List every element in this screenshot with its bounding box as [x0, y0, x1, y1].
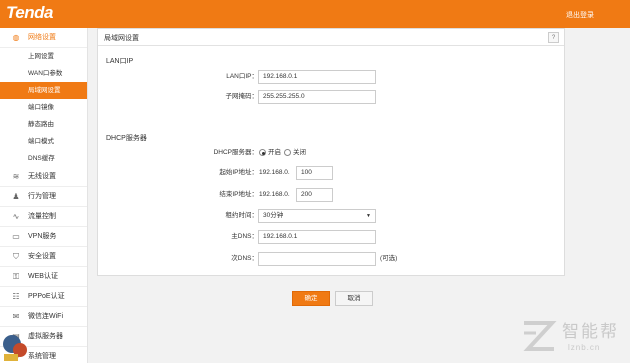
- sidebar-subitem-lan[interactable]: 局域网设置: [0, 82, 87, 99]
- sidebar-subitem-dns-cache[interactable]: DNS缓存: [0, 150, 87, 167]
- watermark: 智能帮 lznb.cn: [512, 313, 630, 363]
- sidebar-item-security[interactable]: ⛉ 安全设置: [0, 247, 87, 267]
- sidebar-subitem-port-mode[interactable]: 端口模式: [0, 133, 87, 150]
- sidebar-item-label: 虚拟服务器: [28, 333, 63, 340]
- end-ip-prefix: 192.168.0.: [259, 191, 290, 198]
- page-title: 局域网设置: [104, 35, 139, 42]
- subnet-mask-label: 子网掩码：: [225, 93, 259, 100]
- traffic-icon: ∿: [12, 212, 20, 221]
- lan-ip-field[interactable]: 192.168.0.1: [258, 70, 376, 84]
- lan-settings-panel: 局域网设置 ? LAN口IP LAN口IP： 192.168.0.1 子网掩码：…: [97, 28, 565, 276]
- lease-time-select[interactable]: 30分钟 ▼: [258, 209, 376, 223]
- dhcp-section-title: DHCP服务器: [106, 135, 147, 142]
- panel-header: 局域网设置 ?: [98, 29, 564, 46]
- help-button[interactable]: ?: [548, 32, 559, 43]
- wechat-icon: ✉: [12, 312, 20, 321]
- vpn-icon: ▭: [12, 232, 20, 241]
- watermark-text: 智能帮: [562, 322, 619, 342]
- sidebar-item-label: PPPoE认证: [28, 293, 65, 300]
- sidebar-item-label: WEB认证: [28, 273, 58, 280]
- sidebar-item-web-auth[interactable]: ⚿ WEB认证: [0, 267, 87, 287]
- shield-icon: ⛉: [13, 252, 19, 261]
- lease-time-value: 30分钟: [263, 212, 284, 219]
- secondary-dns-row: 次DNS： (可选): [98, 252, 418, 266]
- lease-time-row: 租约时间： 30分钟 ▼: [98, 209, 398, 223]
- start-ip-prefix: 192.168.0.: [259, 169, 290, 176]
- sidebar: ◍ 网络设置 上网设置 WAN口参数 局域网设置 端口镜像 静态路由 端口模式 …: [0, 28, 88, 363]
- optional-note: (可选): [380, 255, 398, 262]
- end-ip-row: 结束IP地址： 192.168.0. 200: [98, 188, 398, 202]
- sidebar-item-pppoe[interactable]: ☷ PPPoE认证: [0, 287, 87, 307]
- corner-logo-icon: [3, 335, 27, 361]
- sidebar-item-label: 流量控制: [28, 213, 56, 220]
- user-manage-icon: ♟: [12, 192, 20, 201]
- watermark-logo-icon: [523, 321, 557, 351]
- secondary-dns-label: 次DNS：: [231, 255, 258, 262]
- globe-icon: ◍: [12, 33, 20, 42]
- dhcp-server-label: DHCP服务器：: [213, 149, 258, 156]
- logout-link[interactable]: 退出登录: [566, 10, 594, 20]
- primary-dns-label: 主DNS：: [231, 233, 258, 240]
- start-ip-field[interactable]: 100: [296, 166, 333, 180]
- end-ip-field[interactable]: 200: [296, 188, 333, 202]
- cancel-button[interactable]: 取消: [335, 291, 373, 306]
- sidebar-subitem-static-route[interactable]: 静态路由: [0, 116, 87, 133]
- sidebar-item-label: 安全设置: [28, 253, 56, 260]
- start-ip-row: 起始IP地址： 192.168.0. 100: [98, 166, 398, 180]
- wifi-icon: ≋: [12, 172, 20, 181]
- sidebar-item-label: 无线设置: [28, 173, 56, 180]
- chevron-down-icon: ▼: [366, 213, 371, 219]
- lan-section-title: LAN口IP: [106, 58, 134, 65]
- pppoe-icon: ☷: [12, 292, 20, 301]
- dhcp-on-label: 开启: [268, 149, 281, 156]
- sidebar-item-label: 微信连WiFi: [28, 313, 63, 320]
- sidebar-subitem-wan[interactable]: WAN口参数: [0, 65, 87, 82]
- watermark-url: lznb.cn: [568, 343, 601, 352]
- end-ip-label: 结束IP地址：: [219, 191, 258, 198]
- secondary-dns-field[interactable]: [258, 252, 376, 266]
- sidebar-item-wechat-wifi[interactable]: ✉ 微信连WiFi: [0, 307, 87, 327]
- dhcp-off-label: 关闭: [293, 149, 306, 156]
- sidebar-item-vpn[interactable]: ▭ VPN服务: [0, 227, 87, 247]
- primary-dns-field[interactable]: 192.168.0.1: [258, 230, 376, 244]
- web-auth-icon: ⚿: [12, 272, 20, 281]
- start-ip-label: 起始IP地址：: [219, 169, 258, 176]
- dhcp-on-radio[interactable]: [259, 149, 266, 156]
- ok-button[interactable]: 确定: [292, 291, 330, 306]
- sidebar-item-label: 行为管理: [28, 193, 56, 200]
- sidebar-group-network[interactable]: ◍ 网络设置: [0, 28, 87, 48]
- sidebar-group-label: 网络设置: [28, 34, 56, 41]
- dhcp-server-row: DHCP服务器： 开启 关闭: [98, 146, 398, 160]
- dhcp-off-radio[interactable]: [284, 149, 291, 156]
- sidebar-item-label: 系统管理: [28, 353, 56, 360]
- sidebar-subitem-internet[interactable]: 上网设置: [0, 48, 87, 65]
- subnet-mask-field[interactable]: 255.255.255.0: [258, 90, 376, 104]
- sidebar-item-wireless[interactable]: ≋ 无线设置: [0, 167, 87, 187]
- sidebar-item-behavior[interactable]: ♟ 行为管理: [0, 187, 87, 207]
- brand-logo: Tenda: [6, 3, 53, 22]
- sidebar-subitem-port-mirror[interactable]: 端口镜像: [0, 99, 87, 116]
- primary-dns-row: 主DNS： 192.168.0.1: [98, 230, 398, 244]
- lease-time-label: 租约时间：: [225, 212, 259, 219]
- sidebar-item-traffic[interactable]: ∿ 流量控制: [0, 207, 87, 227]
- lan-ip-label: LAN口IP：: [226, 73, 258, 80]
- top-bar: Tenda 退出登录: [0, 0, 630, 28]
- sidebar-item-label: VPN服务: [28, 233, 57, 240]
